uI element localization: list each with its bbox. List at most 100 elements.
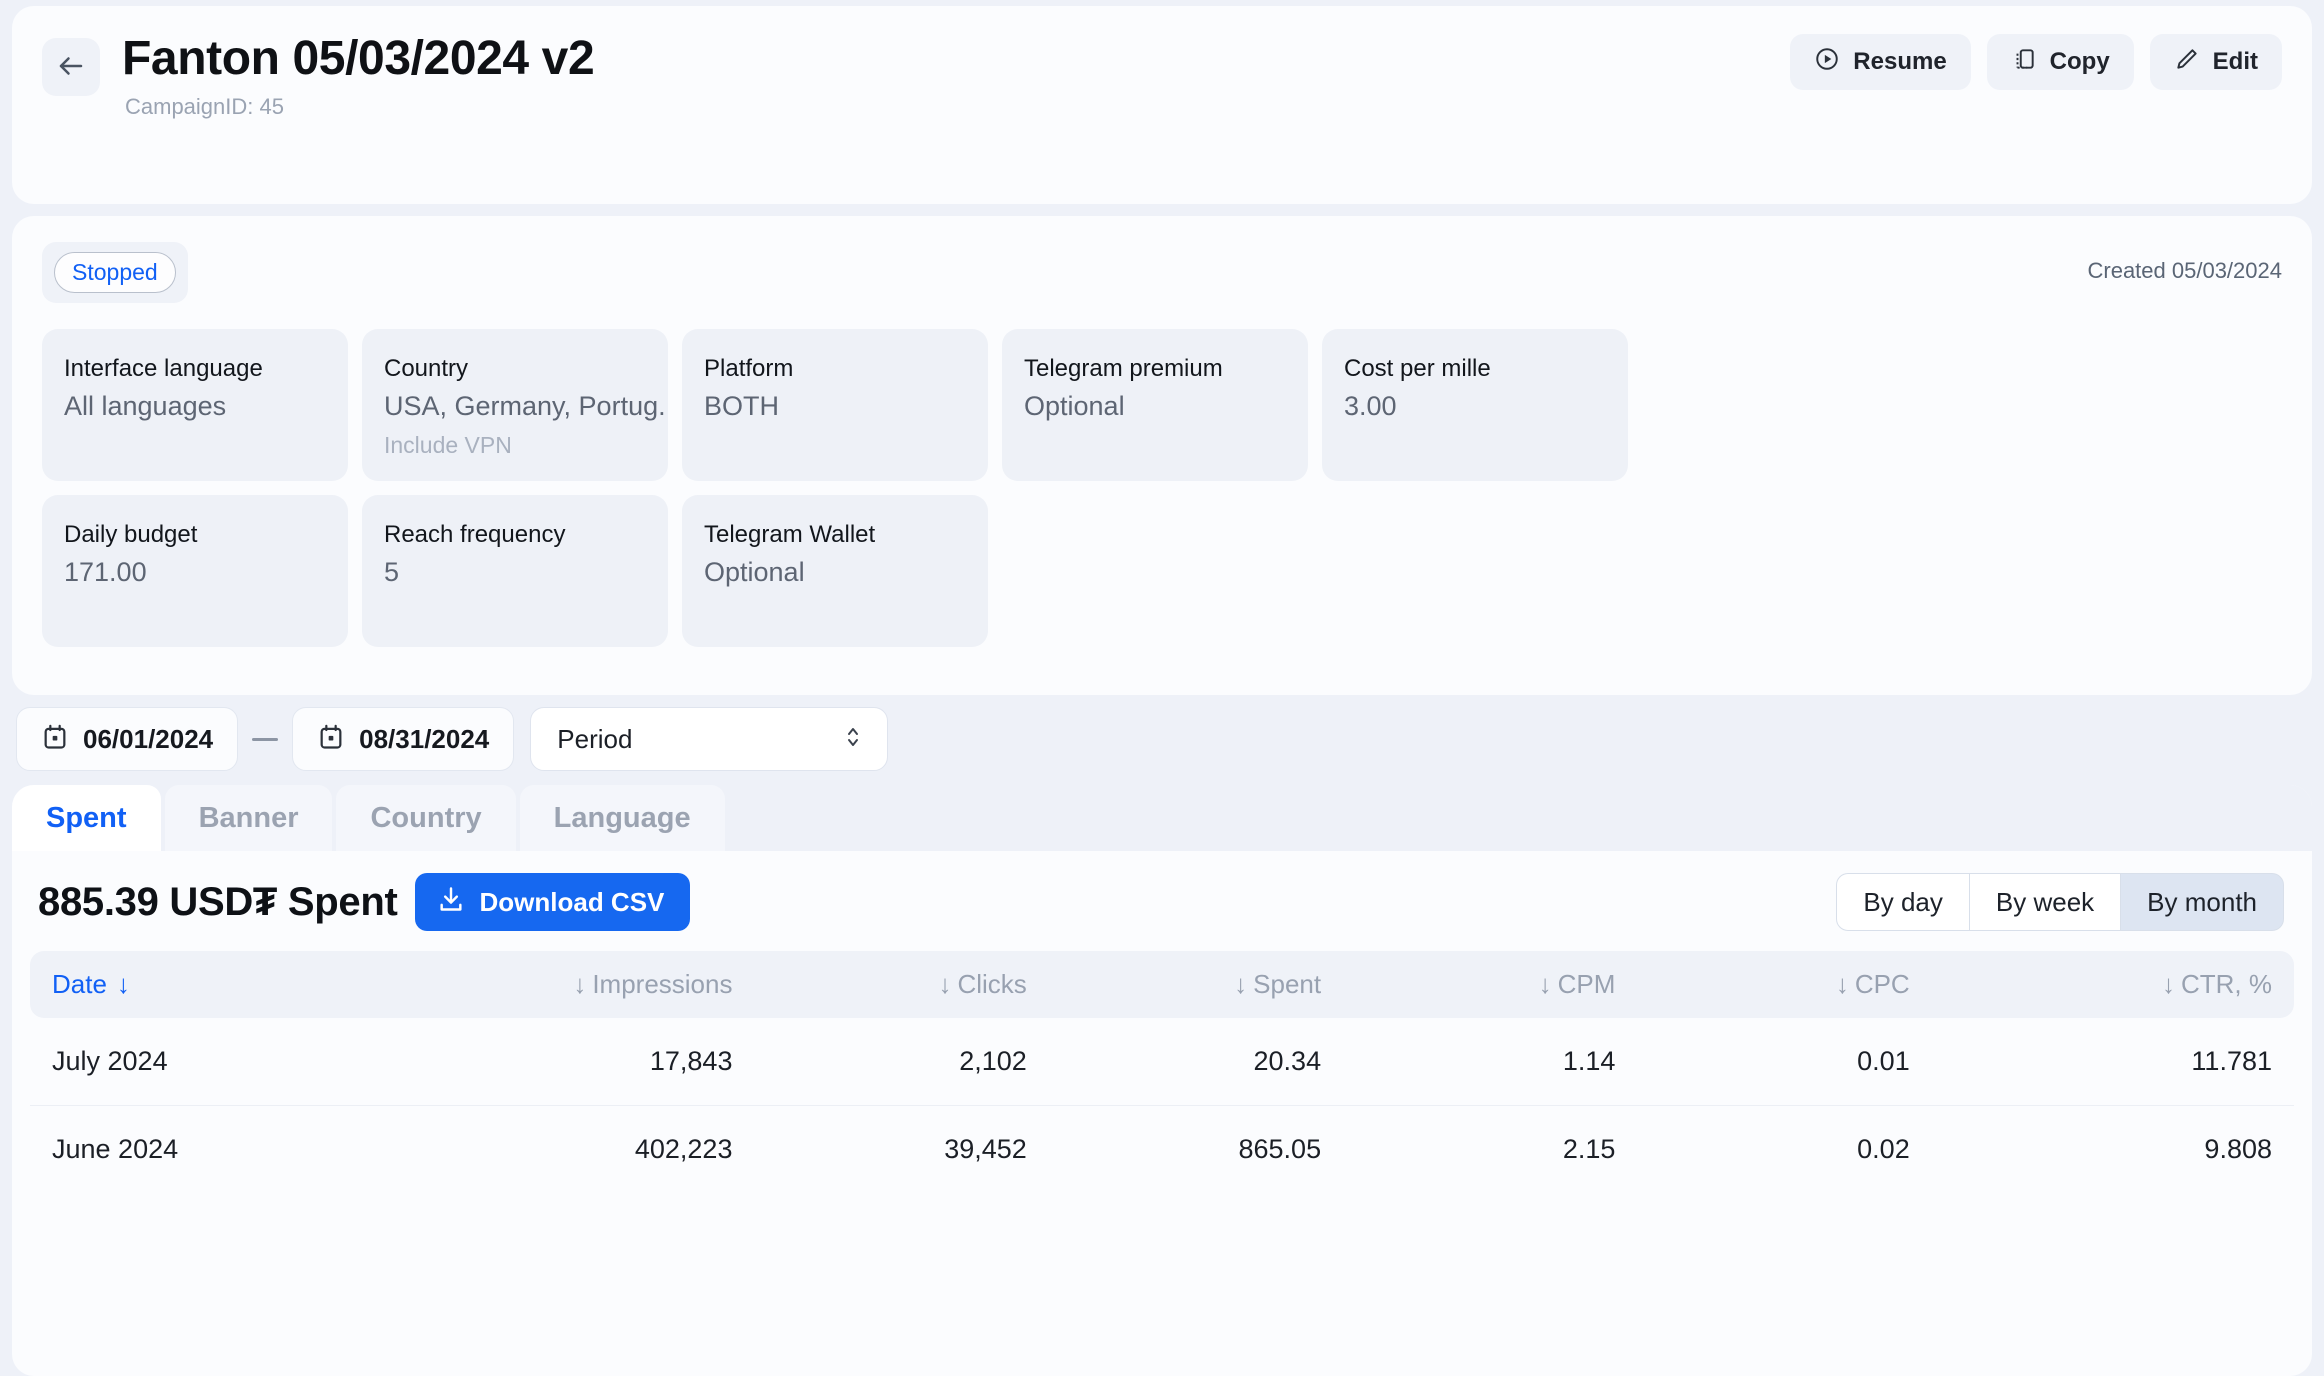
info-card-value: 171.00 [64, 557, 147, 588]
page-root: Fanton 05/03/2024 v2 CampaignID: 45 Resu… [0, 0, 2324, 1376]
card-grid-spacer [1322, 495, 1628, 647]
info-card-label: Telegram Wallet [704, 521, 876, 549]
col-header-clicks[interactable]: ↓ Clicks [754, 951, 1048, 1018]
info-card-label: Country [384, 355, 469, 383]
period-select[interactable]: Period [530, 707, 889, 772]
period-select-value: Period [557, 723, 633, 754]
info-card-value: 5 [384, 557, 400, 588]
range-by-week-label: By week [1995, 886, 2095, 917]
date-filter-bar: 06/01/2024 08/31/2024 Period [12, 707, 2312, 772]
resume-button[interactable]: Resume [1790, 34, 1971, 90]
info-card-sub: Include VPN [384, 432, 512, 459]
info-card: Reach frequency 5 [362, 495, 668, 648]
arrow-down-icon: ↓ [1538, 969, 1552, 1000]
calendar-icon [41, 723, 69, 756]
col-header-spent[interactable]: ↓ Spent [1049, 951, 1343, 1018]
col-header-impressions[interactable]: ↓ Impressions [438, 951, 755, 1018]
range-by-day[interactable]: By day [1836, 873, 1969, 932]
info-card-value: Optional [704, 557, 805, 588]
campaign-details-panel: Stopped Created 05/03/2024 Interface lan… [12, 216, 2312, 696]
col-header-impressions-label: Impressions [592, 969, 733, 1000]
spent-summary-left: 885.39 USD₮ Spent Download CSV [38, 873, 691, 932]
cell-cpm: 2.15 [1562, 1134, 1616, 1165]
col-header-cpc-label: CPC [1854, 969, 1910, 1000]
date-to-input[interactable]: 08/31/2024 [292, 707, 515, 772]
calendar-icon [317, 723, 345, 756]
download-csv-button[interactable]: Download CSV [415, 873, 691, 932]
info-card-label: Reach frequency [384, 521, 566, 549]
info-cards-row-2: Daily budget 171.00 Reach frequency 5 Te… [42, 495, 2282, 648]
stats-tabs: Spent Banner Country Language [12, 785, 2312, 852]
campaign-header-panel: Fanton 05/03/2024 v2 CampaignID: 45 Resu… [12, 6, 2312, 204]
card-grid-spacer [1002, 495, 1308, 647]
info-card-value: BOTH [704, 391, 780, 422]
header-left-group: Fanton 05/03/2024 v2 CampaignID: 45 [42, 28, 595, 120]
info-card: Telegram premium Optional [1002, 329, 1308, 482]
range-by-month[interactable]: By month [2120, 873, 2284, 932]
info-card-label: Telegram premium [1024, 355, 1223, 383]
cell-cpc: 0.01 [1637, 1018, 1932, 1107]
arrow-down-icon: ↓ [2162, 969, 2175, 1000]
resume-button-label: Resume [1853, 48, 1947, 75]
cell-impressions: 17,843 [437, 1018, 755, 1107]
cell-date: July 2024 [30, 1018, 438, 1107]
date-from-input[interactable]: 06/01/2024 [16, 707, 239, 772]
info-card: Interface language All languages [42, 329, 348, 482]
tab-banner[interactable]: Banner [164, 785, 333, 852]
col-header-ctr[interactable]: ↓ CTR, % [1932, 951, 2294, 1018]
copy-button[interactable]: Copy [1986, 34, 2134, 90]
spent-table-body: July 2024 17,843 2,102 20.34 1.14 0.01 1… [30, 1018, 2294, 1193]
date-range-separator [252, 737, 279, 741]
col-header-spent-label: Spent [1253, 969, 1322, 1000]
edit-button[interactable]: Edit [2149, 34, 2282, 90]
spent-table-head: Date ↓ ↓ Impressions ↓ Clicks ↓ Spent ↓ CPM ↓… [30, 951, 2294, 1019]
range-by-week[interactable]: By week [1968, 873, 2121, 932]
table-row: June 2024 402,223 39,452 865.05 2.15 0.0… [30, 1106, 2294, 1194]
col-header-date-label: Date [52, 969, 107, 1000]
tab-country-label: Country [370, 801, 482, 834]
spent-table: Date ↓ ↓ Impressions ↓ Clicks ↓ Spent ↓ CPM ↓… [30, 951, 2294, 1193]
range-by-month-label: By month [2147, 886, 2257, 917]
date-from-value: 06/01/2024 [83, 723, 214, 754]
header-actions: Resume Copy Edit [1790, 28, 2282, 90]
cell-clicks: 39,452 [944, 1134, 1027, 1165]
info-cards-row-1: Interface language All languages Country… [42, 329, 2282, 482]
title-block: Fanton 05/03/2024 v2 CampaignID: 45 [122, 33, 595, 120]
info-card-value: Optional [1024, 391, 1125, 422]
tab-banner-label: Banner [198, 801, 299, 834]
tab-country[interactable]: Country [336, 785, 516, 852]
cell-ctr: 11.781 [1931, 1018, 2294, 1107]
col-header-clicks-label: Clicks [957, 969, 1027, 1000]
info-card: Daily budget 171.00 [42, 495, 348, 648]
col-header-cpc[interactable]: ↓ CPC [1637, 951, 1931, 1018]
info-card-label: Daily budget [64, 521, 198, 549]
download-csv-label: Download CSV [479, 886, 665, 917]
info-card-value: 3.00 [1344, 391, 1397, 422]
play-circle-icon [1814, 46, 1840, 79]
pencil-icon [2174, 46, 2200, 79]
col-header-cpm[interactable]: ↓ CPM [1343, 951, 1637, 1018]
status-badge: Stopped [54, 252, 176, 294]
chevron-up-down-icon [841, 722, 865, 757]
arrow-left-icon [56, 51, 86, 84]
range-by-day-label: By day [1863, 886, 1943, 917]
tab-language[interactable]: Language [519, 785, 725, 852]
info-card: Country USA, Germany, Portug... Include … [362, 329, 668, 482]
back-button[interactable] [42, 38, 100, 96]
spent-summary-bar: 885.39 USD₮ Spent Download CSV By day By… [12, 851, 2312, 952]
cell-cpm: 1.14 [1343, 1018, 1638, 1107]
status-badge-wrapper: Stopped [42, 242, 188, 304]
info-card-label: Platform [704, 355, 794, 383]
info-card-label: Cost per mille [1344, 355, 1491, 383]
cell-cpc: 0.02 [1857, 1134, 1910, 1165]
created-date-label: Created 05/03/2024 [2087, 258, 2283, 283]
info-card: Telegram Wallet Optional [682, 495, 988, 648]
cell-clicks: 2,102 [754, 1018, 1049, 1107]
download-icon [437, 885, 465, 920]
details-top-row: Stopped Created 05/03/2024 [42, 242, 2283, 304]
spent-table-wrapper: Date ↓ ↓ Impressions ↓ Clicks ↓ Spent ↓ CPM ↓… [12, 951, 2312, 1211]
col-header-date[interactable]: Date ↓ [30, 951, 438, 1018]
tab-spent[interactable]: Spent [12, 785, 161, 852]
info-card-value: USA, Germany, Portug... [384, 391, 668, 422]
table-header-row: Date ↓ ↓ Impressions ↓ Clicks ↓ Spent ↓ CPM ↓… [30, 951, 2294, 1019]
